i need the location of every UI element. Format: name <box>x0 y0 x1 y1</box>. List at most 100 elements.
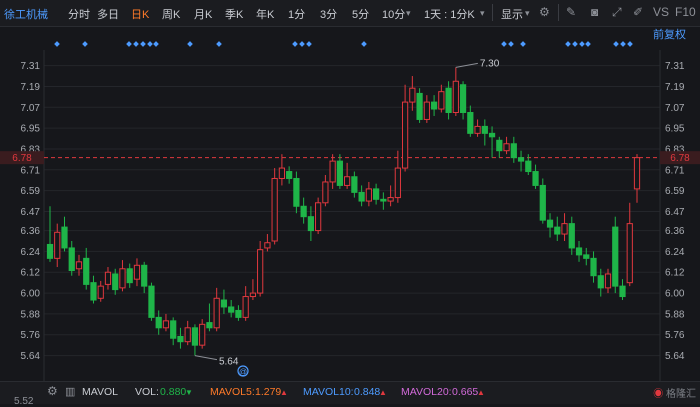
candle-down <box>307 216 314 232</box>
watermark-text: 格隆汇 <box>666 389 696 400</box>
candle-up <box>242 296 249 318</box>
candle-up <box>75 261 83 270</box>
candle-down <box>148 285 155 318</box>
price-tick-left: 6.12 <box>21 268 41 279</box>
mavol10-up-arrow-icon: ▲ <box>379 388 387 397</box>
mavol10-label: MAVOL10: <box>303 386 354 398</box>
gear-icon[interactable]: ⚙ <box>47 384 58 398</box>
mavol20-value: 0.665 <box>452 386 479 398</box>
price-tick-left: 7.31 <box>21 61 41 72</box>
candle-down <box>286 171 293 179</box>
price-tick-left: 6.36 <box>21 226 41 237</box>
mavol-indicator-name[interactable]: MAVOL <box>82 386 118 398</box>
candle-down <box>575 247 583 256</box>
candle-up <box>199 323 206 346</box>
candle-up <box>394 167 401 199</box>
volume-indicator-bar: ⚙ ▥ MAVOL VOL: 0.880 ▼ MAVOL5: 1.279 ▲ M… <box>0 381 700 407</box>
candle-down <box>612 226 619 287</box>
candle-up <box>97 285 104 299</box>
candle-down <box>459 84 467 114</box>
price-tick-left: 6.24 <box>21 247 41 258</box>
candle-down <box>510 143 517 159</box>
low-annotation-leader <box>194 355 218 361</box>
price-tick-right: 7.07 <box>665 103 685 114</box>
candle-down <box>481 125 488 134</box>
candle-down <box>590 257 597 277</box>
price-tick-right: 6.00 <box>665 289 685 300</box>
watermark-logo-icon: ◉ <box>653 389 664 400</box>
candle-down <box>583 254 590 259</box>
candle-up <box>604 273 612 289</box>
partial-price-label: 5.52 <box>14 396 34 407</box>
price-tick-right: 6.12 <box>665 268 685 279</box>
candle-down <box>300 205 307 218</box>
candle-down <box>336 160 343 186</box>
candle-up <box>54 231 61 259</box>
low-annotation: 5.64 <box>219 357 239 368</box>
candlestick-chart[interactable]: 7.317.197.076.956.836.716.596.476.366.24… <box>0 0 700 403</box>
candle-down <box>517 157 525 162</box>
candle-down <box>496 139 503 152</box>
candle-up <box>438 91 445 110</box>
candle-down <box>126 268 133 284</box>
candle-down <box>83 257 90 285</box>
candle-down <box>177 335 184 343</box>
candle-up <box>329 160 336 183</box>
candle-down <box>170 320 177 339</box>
mavol5-label: MAVOL5: <box>210 386 255 398</box>
candle-up <box>344 176 351 186</box>
candle-down <box>141 264 148 287</box>
candle-down <box>430 101 438 110</box>
candle-up <box>213 297 220 329</box>
price-tick-left: 6.95 <box>21 124 41 135</box>
candle-down <box>90 282 97 301</box>
price-tick-right: 6.36 <box>665 226 685 237</box>
candle-up <box>104 271 112 285</box>
candle-down <box>112 273 119 291</box>
candle-up <box>271 177 278 242</box>
candle-up <box>133 264 141 280</box>
vol-label: VOL: <box>135 386 159 398</box>
price-tick-left: 5.76 <box>21 330 41 341</box>
vol-value: 0.880 <box>160 386 187 398</box>
price-tick-left: 6.00 <box>21 289 41 300</box>
bar-chart-icon[interactable]: ▥ <box>65 385 75 398</box>
price-tick-left: 6.47 <box>21 207 41 218</box>
candle-up <box>184 327 191 343</box>
candle-down <box>46 243 54 259</box>
candle-up <box>474 125 481 134</box>
candle-up <box>503 143 510 152</box>
candle-down <box>488 132 496 138</box>
candle-down <box>568 223 575 249</box>
candle-up <box>423 101 430 120</box>
candle-up <box>409 87 416 103</box>
candle-up <box>626 223 633 284</box>
candle-down <box>532 171 539 186</box>
candle-up <box>387 197 394 202</box>
candle-up <box>249 292 257 298</box>
at-marker-label: @ <box>239 368 247 377</box>
price-tick-left: 7.07 <box>21 103 41 114</box>
candle-down <box>619 285 626 298</box>
price-tick-left: 5.64 <box>21 351 41 362</box>
candle-down <box>206 322 213 329</box>
candle-down <box>416 92 423 120</box>
candle-down <box>539 184 546 221</box>
candle-down <box>554 226 561 235</box>
watermark: ◉ 格隆汇 <box>653 385 696 400</box>
candle-down <box>445 87 452 114</box>
candle-down <box>293 177 300 207</box>
candle-up <box>162 320 170 329</box>
candle-down <box>191 327 199 346</box>
price-tick-right: 7.31 <box>665 61 685 72</box>
vol-down-arrow-icon: ▼ <box>185 388 193 397</box>
price-tick-right: 6.47 <box>665 207 685 218</box>
candle-down <box>358 191 365 202</box>
candle-up <box>264 242 271 249</box>
candle-down <box>373 188 380 200</box>
price-tick-right: 5.76 <box>665 330 685 341</box>
mavol5-up-arrow-icon: ▲ <box>280 388 288 397</box>
price-tick-right: 5.64 <box>665 351 685 362</box>
chart-grid <box>44 65 660 357</box>
candle-down <box>155 316 162 329</box>
